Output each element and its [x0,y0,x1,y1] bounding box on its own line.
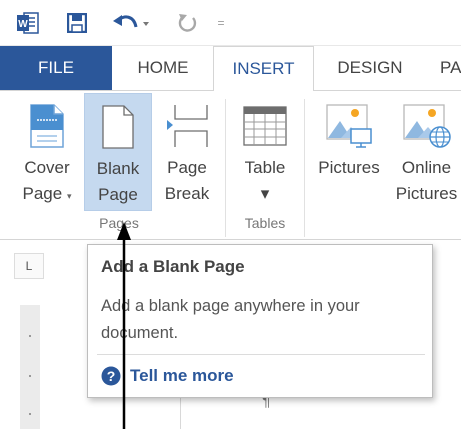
tell-me-more-label: Tell me more [130,366,234,385]
blank-page-button[interactable]: Blank Page [84,93,152,211]
online-pictures-icon [402,97,452,155]
blank-page-tooltip: Add a Blank Page Add a blank page anywhe… [87,244,433,398]
page-break-label-1: Page [167,158,207,177]
ribbon-tabs: FILE HOME INSERT DESIGN PA [0,46,461,91]
cover-page-icon [30,97,64,155]
online-pictures-label-1: Online [401,158,452,177]
group-divider [225,99,226,237]
pictures-button[interactable]: Pictures [312,93,386,211]
ruler-tick [29,375,31,377]
tab-design[interactable]: DESIGN [320,46,420,90]
table-icon [243,97,287,155]
page-break-icon [165,97,209,155]
tooltip-description: Add a blank page anywhere in your docume… [101,297,360,342]
tooltip-divider [97,354,425,355]
vertical-ruler [20,305,40,429]
quick-access-toolbar: W = [0,0,461,46]
tab-file[interactable]: FILE [0,46,112,90]
svg-text:W: W [18,19,28,30]
tab-page-layout[interactable]: PA [440,46,461,90]
blank-page-icon [102,98,134,156]
table-label: Table [244,158,286,177]
cover-page-button[interactable]: Cover Page ▾ [14,93,80,211]
tab-selector[interactable]: L [14,253,44,279]
blank-page-label-1: Blank [96,159,140,178]
ruler-tick [29,335,31,337]
chevron-down-icon: ▾ [66,191,72,201]
chevron-down-icon: ▾ [260,184,270,203]
cover-page-label-1: Cover [24,158,70,177]
online-pictures-button[interactable]: Online Pictures [392,93,461,211]
ribbon-insert-panel: Cover Page ▾ Blank Page Page Break Table… [0,90,461,240]
cover-page-label-2: Page ▾ [23,181,72,209]
table-button[interactable]: Table ▾ [232,93,298,211]
save-icon[interactable] [65,10,89,36]
tab-home[interactable]: HOME [120,46,206,90]
online-pictures-label-2: Pictures [395,184,458,203]
redo-icon[interactable] [175,10,199,36]
blank-page-label-2: Page [98,185,138,204]
group-label-tables: Tables [244,215,286,231]
undo-icon[interactable] [112,10,152,36]
customize-qat-icon[interactable]: = [214,10,228,36]
tab-insert[interactable]: INSERT [213,46,314,91]
page-break-button[interactable]: Page Break [155,93,219,211]
word-app-icon[interactable]: W [16,10,40,36]
pictures-icon [325,97,373,155]
group-divider [304,99,305,237]
ruler-tick [29,413,31,415]
pictures-label: Pictures [318,158,380,177]
cover-page-label-2-text: Page [22,184,63,203]
annotation-arrow-icon [117,222,131,429]
page-break-label-2: Break [164,184,210,203]
